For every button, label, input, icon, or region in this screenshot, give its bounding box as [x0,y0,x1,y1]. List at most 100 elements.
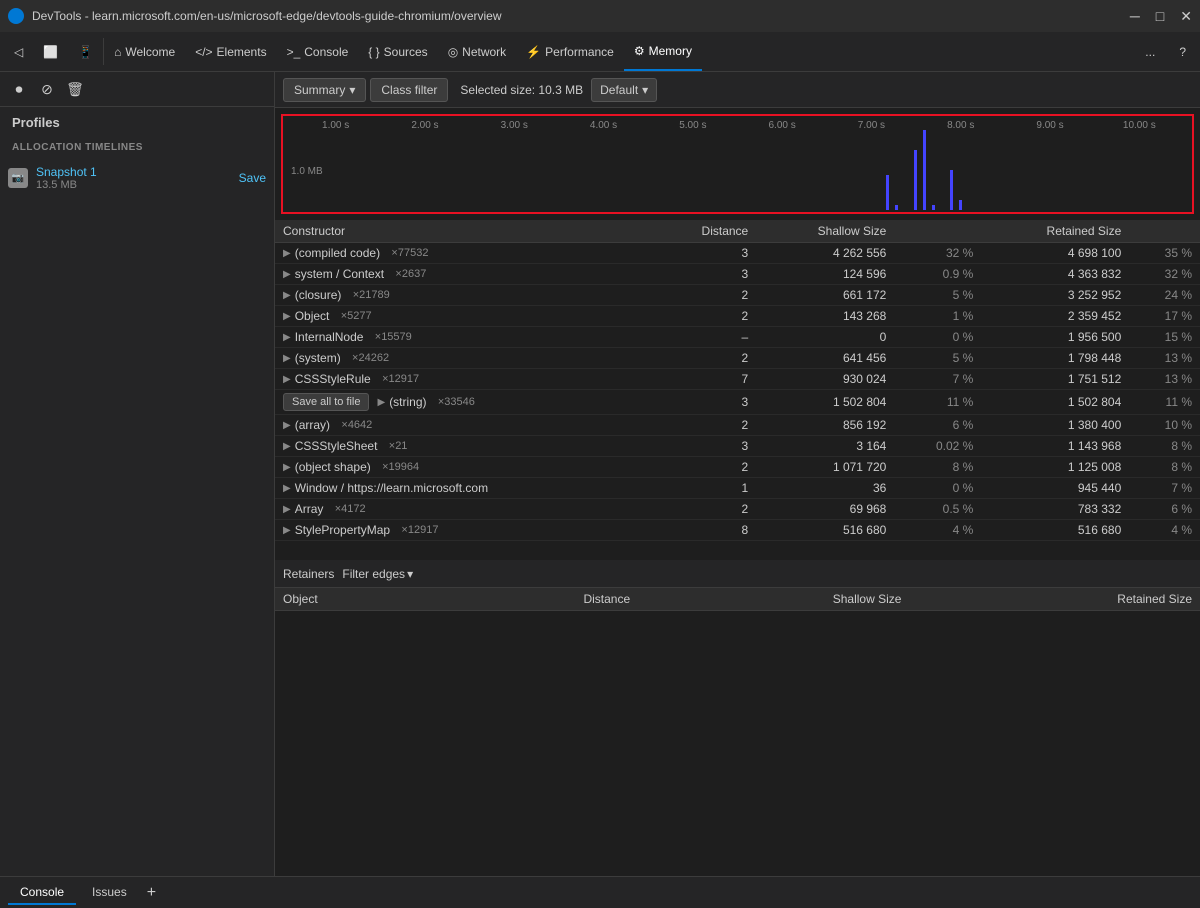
constructor-cell: ▶Window / https://learn.microsoft.com [275,478,654,499]
col-retained-pct [1129,220,1200,243]
retained-size-cell: 4 698 100 [981,243,1129,264]
distance-cell: 7 [654,369,756,390]
toolbar-back-btn[interactable]: ◁ [4,32,33,71]
table-row[interactable]: Save all to file▶(string) ×3354631 502 8… [275,390,1200,415]
table-row[interactable]: ▶(object shape) ×1996421 071 7208 %1 125… [275,457,1200,478]
close-btn[interactable]: ✕ [1180,8,1192,25]
shallow-pct-cell: 7 % [894,369,981,390]
sources-icon: { } [368,45,379,59]
shallow-size-cell: 516 680 [756,520,894,541]
distance-cell: 2 [654,306,756,327]
col-distance: Distance [654,220,756,243]
distance-cell: 3 [654,264,756,285]
expand-icon[interactable]: ▶ [283,504,291,515]
expand-icon[interactable]: ▶ [283,353,291,364]
expand-icon[interactable]: ▶ [283,525,291,536]
tab-issues-bottom[interactable]: Issues [80,881,139,905]
expand-icon[interactable]: ▶ [283,290,291,301]
expand-icon[interactable]: ▶ [283,420,291,431]
retained-pct-cell: 24 % [1129,285,1200,306]
constructor-name: CSSStyleSheet [295,439,378,453]
tab-sources[interactable]: { } Sources [358,32,437,71]
table-row[interactable]: ▶CSSStyleRule ×129177930 0247 %1 751 512… [275,369,1200,390]
distance-cell: 1 [654,478,756,499]
shallow-pct-cell: 0.9 % [894,264,981,285]
default-dropdown-icon: ▾ [642,83,648,97]
tab-memory[interactable]: ⚙ Memory [624,32,702,71]
chart-time-label: 3.00 s [470,120,559,131]
restore-btn[interactable]: □ [1156,8,1164,25]
expand-icon[interactable]: ▶ [283,332,291,343]
tab-console[interactable]: >_ Console [277,32,359,71]
snapshot-save-link[interactable]: Save [239,171,266,185]
bar-column [947,170,956,210]
delete-btn[interactable]: 🗑 [64,78,86,100]
bottom-header-row: ObjectDistanceShallow SizeRetained Size [275,588,1200,611]
shallow-pct-cell: 11 % [894,390,981,415]
expand-icon[interactable]: ▶ [283,462,291,473]
tab-network[interactable]: ◎ Network [438,32,517,71]
constructor-name: (closure) [295,288,342,302]
shallow-pct-cell: 0 % [894,478,981,499]
retained-pct-cell: 13 % [1129,369,1200,390]
expand-icon[interactable]: ▶ [283,374,291,385]
toolbar-dock-btn[interactable]: ⬜ [33,32,68,71]
default-btn[interactable]: Default ▾ [591,78,657,102]
filter-edges-btn[interactable]: Filter edges ▾ [342,567,413,581]
tab-elements[interactable]: </> Elements [185,32,276,71]
save-all-btn[interactable]: Save all to file [283,393,369,411]
expand-icon[interactable]: ▶ [377,397,385,408]
table-row[interactable]: ▶CSSStyleSheet ×2133 1640.02 %1 143 9688… [275,436,1200,457]
table-row[interactable]: ▶InternalNode ×15579–00 %1 956 50015 % [275,327,1200,348]
col-retained: Retained Size [981,220,1129,243]
retained-size-cell: 783 332 [981,499,1129,520]
table-row[interactable]: ▶StylePropertyMap ×129178516 6804 %516 6… [275,520,1200,541]
table-row[interactable]: ▶Object ×52772143 2681 %2 359 45217 % [275,306,1200,327]
titlebar-left: DevTools - learn.microsoft.com/en-us/mic… [8,8,502,24]
col-shallow-pct [894,220,981,243]
expand-icon[interactable]: ▶ [283,483,291,494]
console-icon: >_ [287,45,301,59]
toolbar-more-btn[interactable]: ... [1135,32,1165,71]
toolbar-device-btn[interactable]: 📱 [68,32,103,71]
constructor-count: ×4642 [341,419,372,431]
edge-icon [8,8,24,24]
record-btn[interactable]: ⏺ [8,78,30,100]
table-row[interactable]: ▶Window / https://learn.microsoft.com 13… [275,478,1200,499]
main-table-container[interactable]: Constructor Distance Shallow Size Retain… [275,220,1200,560]
summary-btn[interactable]: Summary ▾ [283,78,366,102]
distance-cell: 3 [654,243,756,264]
add-tab-btn[interactable]: + [147,884,156,902]
minimize-btn[interactable]: ─ [1130,8,1140,25]
bottom-table-container[interactable]: ObjectDistanceShallow SizeRetained Size [275,588,1200,808]
table-row[interactable]: ▶system / Context ×26373124 5960.9 %4 36… [275,264,1200,285]
expand-icon[interactable]: ▶ [283,311,291,322]
toolbar-help-btn[interactable]: ? [1169,32,1196,71]
chart-time-label: 8.00 s [916,120,1005,131]
col-shallow: Shallow Size [756,220,894,243]
snapshot-item[interactable]: 📷 Snapshot 1 13.5 MB Save [0,161,274,195]
table-row[interactable]: ▶(compiled code) ×7753234 262 55632 %4 6… [275,243,1200,264]
expand-icon[interactable]: ▶ [283,248,291,259]
expand-icon[interactable]: ▶ [283,441,291,452]
main-table-body: ▶(compiled code) ×7753234 262 55632 %4 6… [275,243,1200,541]
shallow-size-cell: 124 596 [756,264,894,285]
constructor-name: (compiled code) [295,246,380,260]
class-filter-btn[interactable]: Class filter [370,78,448,102]
table-row[interactable]: ▶(closure) ×217892661 1725 %3 252 95224 … [275,285,1200,306]
table-row[interactable]: ▶Array ×4172269 9680.5 %783 3326 % [275,499,1200,520]
shallow-pct-cell: 5 % [894,285,981,306]
constructor-count: ×19964 [382,461,419,473]
expand-icon[interactable]: ▶ [283,269,291,280]
stop-btn[interactable]: ⊘ [36,78,58,100]
chart-time-label: 6.00 s [737,120,826,131]
table-row[interactable]: ▶(array) ×46422856 1926 %1 380 40010 % [275,415,1200,436]
constructor-name: Object [295,309,330,323]
constructor-count: ×21789 [353,289,390,301]
constructor-cell: ▶ (closure) ×21789 [275,285,654,306]
tab-console-bottom[interactable]: Console [8,881,76,905]
table-row[interactable]: ▶(system) ×242622641 4565 %1 798 44813 % [275,348,1200,369]
constructor-count: ×12917 [401,524,438,536]
tab-welcome[interactable]: ⌂ Welcome [104,32,185,71]
tab-performance[interactable]: ⚡ Performance [516,32,624,71]
